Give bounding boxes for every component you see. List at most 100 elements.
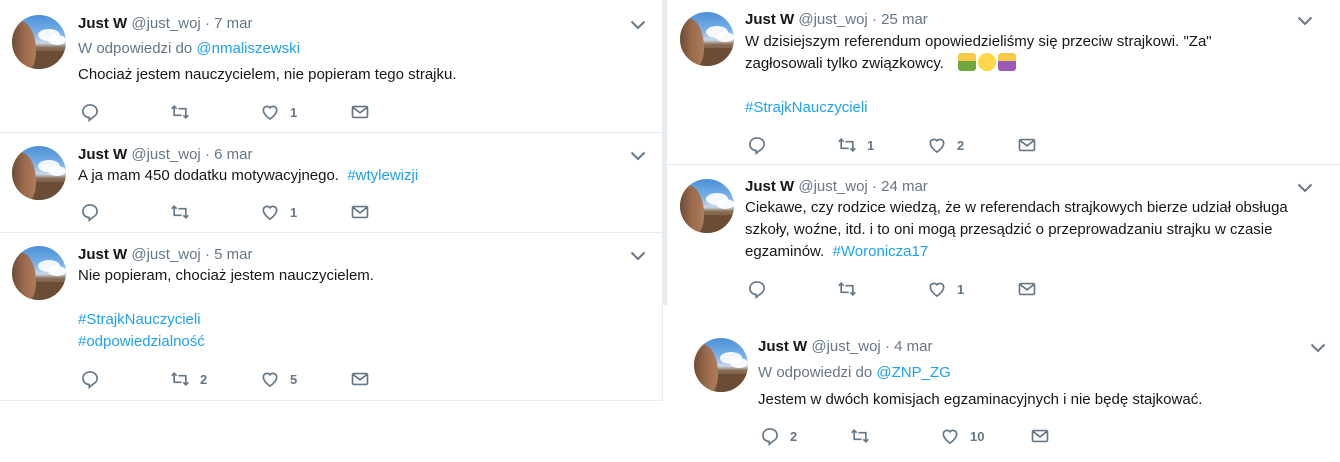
tweet-date[interactable]: 7 mar [214, 15, 252, 32]
tweet-date[interactable]: 6 mar [214, 146, 252, 163]
reply-button[interactable] [747, 135, 777, 155]
hashtag-link[interactable]: #Woronicza17 [833, 243, 929, 260]
chevron-down-icon[interactable] [1297, 183, 1313, 193]
author-handle[interactable]: @just_woj [131, 246, 200, 263]
retweet-button[interactable] [170, 202, 200, 222]
timeline-left-column: Just W @just_woj · 7 mar W odpowiedzi do… [0, 0, 663, 401]
reply-icon [80, 102, 100, 122]
avatar[interactable] [12, 15, 66, 69]
direct-message-button[interactable] [350, 369, 370, 389]
chevron-down-icon[interactable] [1310, 343, 1326, 353]
tweet-text-line: egzaminów. #Woronicza17 [745, 241, 1315, 263]
direct-message-button[interactable] [1030, 426, 1050, 446]
retweet-button[interactable] [850, 426, 880, 446]
reply-button[interactable] [80, 202, 110, 222]
reply-icon [747, 135, 767, 155]
hashtag-link[interactable]: #wtylewizji [347, 167, 418, 184]
tweet-date[interactable]: 25 mar [881, 11, 928, 28]
like-button[interactable]: 2 [927, 135, 964, 155]
retweet-count: 1 [867, 137, 875, 153]
tweet-actions: 1 [747, 279, 1047, 299]
like-button[interactable]: 1 [260, 202, 297, 222]
separator-dot: · [871, 178, 877, 195]
tweet-date[interactable]: 24 mar [881, 178, 928, 195]
reply-icon [80, 369, 100, 389]
separator-dot: · [204, 246, 210, 263]
reply-mention-link[interactable]: @ZNP_ZG [876, 364, 950, 381]
tweet-text: W dzisiejszym referendum opowiedzieliśmy… [745, 31, 1315, 119]
retweet-button[interactable]: 1 [837, 135, 874, 155]
reply-button[interactable]: 2 [760, 426, 797, 446]
chevron-down-icon[interactable] [1297, 16, 1313, 26]
avatar[interactable] [680, 12, 734, 66]
like-count: 1 [290, 104, 298, 120]
author-name[interactable]: Just W [78, 246, 127, 263]
tweet-text: A ja mam 450 dodatku motywacyjnego. #wty… [78, 165, 638, 187]
reply-button[interactable] [747, 279, 777, 299]
tweet[interactable]: Just W @just_woj · 5 mar Nie popieram, c… [0, 233, 662, 399]
avatar[interactable] [12, 146, 66, 200]
author-name[interactable]: Just W [78, 146, 127, 163]
envelope-icon [1017, 135, 1037, 155]
tweet-header: Just W @just_woj · 25 mar [745, 11, 928, 29]
author-handle[interactable]: @just_woj [131, 15, 200, 32]
tweet-actions: 2 5 [80, 369, 380, 389]
retweet-button[interactable]: 2 [170, 369, 207, 389]
hashtag-link[interactable]: #odpowiedzialność [78, 333, 205, 350]
reply-icon [760, 426, 780, 446]
tweet[interactable]: Just W @just_woj · 7 mar W odpowiedzi do… [0, 0, 662, 133]
tweet[interactable]: Just W @just_woj · 6 mar A ja mam 450 do… [0, 133, 662, 233]
separator-dot: · [204, 146, 210, 163]
envelope-icon [350, 202, 370, 222]
tweet-header: Just W @just_woj · 24 mar [745, 178, 928, 196]
reply-label: W odpowiedzi do [78, 40, 193, 57]
direct-message-button[interactable] [350, 202, 370, 222]
avatar[interactable] [680, 179, 734, 233]
chevron-down-icon[interactable] [630, 151, 646, 161]
teacher-emoji-icon [998, 53, 1017, 71]
like-button[interactable]: 5 [260, 369, 297, 389]
tweet-actions: 1 [80, 202, 380, 222]
reply-mention-link[interactable]: @nmaliszewski [196, 40, 300, 57]
chevron-down-icon[interactable] [630, 20, 646, 30]
tweet-text: Nie popieram, chociaż jestem nauczyciele… [78, 265, 638, 353]
tweet[interactable]: Just W @just_woj · 24 mar Ciekawe, czy r… [667, 165, 1340, 313]
separator-dot: · [204, 15, 210, 32]
direct-message-button[interactable] [1017, 135, 1037, 155]
retweet-icon [170, 102, 190, 122]
author-name[interactable]: Just W [78, 15, 127, 32]
reply-button[interactable] [80, 102, 110, 122]
like-button[interactable]: 1 [927, 279, 964, 299]
smiling-face-emoji-icon [978, 53, 997, 71]
direct-message-button[interactable] [350, 102, 370, 122]
author-handle[interactable]: @just_woj [798, 11, 867, 28]
tweet-date[interactable]: 5 mar [214, 246, 252, 263]
tweet-text: Jestem w dwóch komisjach egzaminacyjnych… [758, 389, 1318, 411]
author-name[interactable]: Just W [745, 11, 794, 28]
avatar[interactable] [694, 338, 748, 392]
author-handle[interactable]: @just_woj [811, 338, 880, 355]
tweet-blank-line [745, 75, 1315, 97]
like-count: 2 [957, 137, 965, 153]
author-name[interactable]: Just W [758, 338, 807, 355]
timeline-right-column: Just W @just_woj · 25 mar W dzisiejszym … [667, 0, 1340, 462]
direct-message-button[interactable] [1017, 279, 1037, 299]
reply-button[interactable] [80, 369, 110, 389]
tweet-header: Just W @just_woj · 6 mar [78, 146, 252, 164]
tweet[interactable]: Just W @just_woj · 25 mar W dzisiejszym … [667, 0, 1340, 165]
retweet-button[interactable] [170, 102, 200, 122]
author-handle[interactable]: @just_woj [798, 178, 867, 195]
like-button[interactable]: 1 [260, 102, 297, 122]
retweet-button[interactable] [837, 279, 867, 299]
tweet[interactable]: Just W @just_woj · 4 mar W odpowiedzi do… [667, 313, 1340, 462]
avatar[interactable] [12, 246, 66, 300]
author-handle[interactable]: @just_woj [131, 146, 200, 163]
hashtag-link[interactable]: #StrajkNauczycieli [745, 99, 868, 116]
hashtag-link[interactable]: #StrajkNauczycieli [78, 311, 201, 328]
like-button[interactable]: 10 [940, 426, 984, 446]
tweet-date[interactable]: 4 mar [894, 338, 932, 355]
tweet-text: Ciekawe, czy rodzice wiedzą, że w refere… [745, 197, 1315, 263]
chevron-down-icon[interactable] [630, 251, 646, 261]
tweet-header: Just W @just_woj · 7 mar [78, 15, 252, 33]
author-name[interactable]: Just W [745, 178, 794, 195]
